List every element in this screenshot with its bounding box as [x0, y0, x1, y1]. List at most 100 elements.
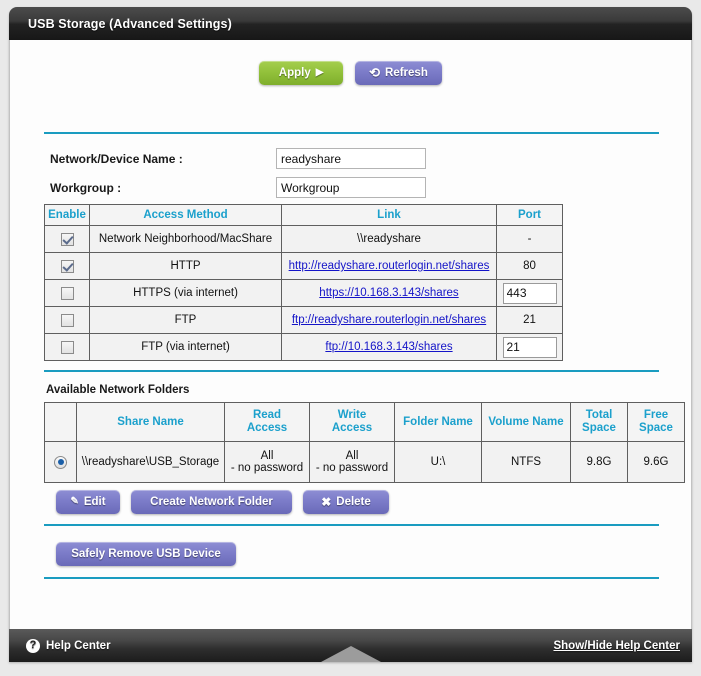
access-table-header-2: Link [281, 204, 497, 226]
folder-name-cell: U:\ [394, 441, 482, 483]
folders-table-header-7: Free Space [627, 402, 685, 442]
folders-table-header-row: Share Name Read Access Write Access Folder Na… [44, 402, 685, 442]
access-link[interactable]: http://readyshare.routerlogin.net/shares [289, 260, 490, 272]
window-titlebar: USB Storage (Advanced Settings) [9, 7, 692, 40]
access-port-cell [496, 333, 563, 361]
access-link-cell: ftp://readyshare.routerlogin.net/shares [281, 306, 497, 334]
enable-checkbox-1[interactable] [60, 259, 74, 273]
folder-actions: ✎ Edit Create Network Folder ✖ Delete [56, 490, 389, 514]
safely-remove-usb-device-button[interactable]: Safely Remove USB Device [56, 542, 236, 566]
divider-before-remove [44, 524, 659, 526]
access-enable-cell [44, 333, 90, 361]
folders-table-header-6: Total Space [570, 402, 628, 442]
create-network-folder-label: Create Network Folder [150, 496, 273, 508]
network-device-name-label: Network/Device Name : [50, 151, 183, 166]
delete-button-label: Delete [336, 496, 371, 508]
workgroup-row: Workgroup : [44, 173, 426, 202]
access-table-header-1: Access Method [89, 204, 282, 226]
screenshot-root: USB Storage (Advanced Settings) Apply ▶ … [0, 0, 701, 676]
access-port-cell [496, 279, 563, 307]
access-enable-cell [44, 225, 90, 253]
toolbar: Apply ▶ ⟲ Refresh [10, 61, 691, 85]
delete-button[interactable]: ✖ Delete [303, 490, 389, 514]
divider-top [44, 132, 659, 134]
show-hide-help-center-link[interactable]: Show/Hide Help Center [553, 640, 680, 652]
folder-share-name-cell: \\readyshare\USB_Storage [76, 441, 225, 483]
access-port-cell: 21 [496, 306, 563, 334]
apply-button-label: Apply [278, 67, 311, 79]
access-method-cell: FTP [89, 306, 282, 334]
access-link[interactable]: ftp://10.168.3.143/shares [325, 341, 452, 353]
folder-radio-0[interactable] [54, 455, 67, 469]
workgroup-input[interactable] [276, 177, 426, 198]
access-table-header-0: Enable [44, 204, 90, 226]
window-content: Apply ▶ ⟲ Refresh Network/Device Name : … [9, 40, 692, 629]
access-port-cell: - [496, 225, 563, 253]
access-link-text: \\readyshare [357, 233, 421, 245]
network-folders-table: Share Name Read Access Write Access Folder Na… [44, 402, 685, 483]
refresh-button[interactable]: ⟲ Refresh [355, 61, 442, 85]
access-method-table: Enable Access Method Link Port Network Neig… [44, 204, 563, 361]
apply-button[interactable]: Apply ▶ [259, 61, 344, 85]
folder-read-access-cell: All - no password [224, 441, 310, 483]
port-input-4[interactable] [502, 336, 557, 358]
usb-storage-window: USB Storage (Advanced Settings) Apply ▶ … [9, 7, 692, 662]
access-link-cell: ftp://10.168.3.143/shares [281, 333, 497, 361]
safely-remove-usb-device-label: Safely Remove USB Device [71, 548, 221, 560]
access-method-cell: HTTPS (via internet) [89, 279, 282, 307]
refresh-button-label: Refresh [385, 67, 428, 79]
folder-free-space-cell: 9.6G [627, 441, 685, 483]
folders-table-header-4: Folder Name [394, 402, 482, 442]
access-port-cell: 80 [496, 252, 563, 280]
access-enable-cell [44, 279, 90, 307]
enable-checkbox-2[interactable] [60, 286, 74, 300]
access-link-cell: \\readyshare [281, 225, 497, 253]
folders-table-header-3: Write Access [309, 402, 395, 442]
window-footer: ? Help Center Show/Hide Help Center [9, 629, 692, 662]
help-center-link[interactable]: ? Help Center [26, 638, 111, 653]
folders-table-header-0 [44, 402, 77, 442]
divider-after-remove [44, 577, 659, 579]
edit-button[interactable]: ✎ Edit [56, 490, 120, 514]
folder-write-access-cell: All - no password [309, 441, 395, 483]
device-name-form: Network/Device Name : Workgroup : [44, 144, 426, 202]
network-device-name-input[interactable] [276, 148, 426, 169]
pencil-icon: ✎ [70, 496, 79, 507]
folders-table-header-2: Read Access [224, 402, 310, 442]
folder-total-space-cell: 9.8G [570, 441, 628, 483]
folders-table-row: \\readyshare\USB_Storage All - no password… [44, 441, 685, 483]
enable-checkbox-0[interactable] [60, 232, 74, 246]
create-network-folder-button[interactable]: Create Network Folder [131, 490, 292, 514]
enable-checkbox-3[interactable] [60, 313, 74, 327]
help-center-label: Help Center [46, 639, 111, 652]
folder-select-cell [44, 441, 77, 483]
enable-checkbox-4[interactable] [60, 340, 74, 354]
folders-table-header-5: Volume Name [481, 402, 571, 442]
network-device-name-row: Network/Device Name : [44, 144, 426, 173]
access-method-cell: Network Neighborhood/MacShare [89, 225, 282, 253]
x-close-icon: ✖ [321, 495, 332, 509]
access-enable-cell [44, 306, 90, 334]
question-mark-circle-icon: ? [26, 638, 40, 653]
refresh-circular-arrow-icon: ⟲ [369, 65, 381, 80]
workgroup-label: Workgroup : [50, 180, 122, 195]
access-table-header-row: Enable Access Method Link Port [44, 204, 563, 226]
access-link-cell: http://readyshare.routerlogin.net/shares [281, 252, 497, 280]
folder-volume-name-cell: NTFS [481, 441, 571, 483]
access-enable-cell [44, 252, 90, 280]
edit-button-label: Edit [83, 496, 106, 508]
play-triangle-icon: ▶ [315, 67, 324, 78]
triangle-up-icon[interactable] [320, 646, 381, 662]
access-method-cell: FTP (via internet) [89, 333, 282, 361]
access-link[interactable]: https://10.168.3.143/shares [319, 287, 458, 299]
access-table-row: HTTP http://readyshare.routerlogin.net/sh… [44, 252, 563, 280]
window-title: USB Storage (Advanced Settings) [28, 16, 232, 31]
folders-table-header-1: Share Name [76, 402, 225, 442]
divider-after-access-table [44, 370, 659, 372]
access-table-row: FTP (via internet) ftp://10.168.3.143/sha… [44, 333, 563, 361]
available-network-folders-title: Available Network Folders [46, 384, 190, 396]
port-input-2[interactable] [502, 282, 557, 304]
access-link[interactable]: ftp://readyshare.routerlogin.net/shares [292, 314, 486, 326]
access-table-header-3: Port [496, 204, 563, 226]
access-table-row: HTTPS (via internet) https://10.168.3.143… [44, 279, 563, 307]
